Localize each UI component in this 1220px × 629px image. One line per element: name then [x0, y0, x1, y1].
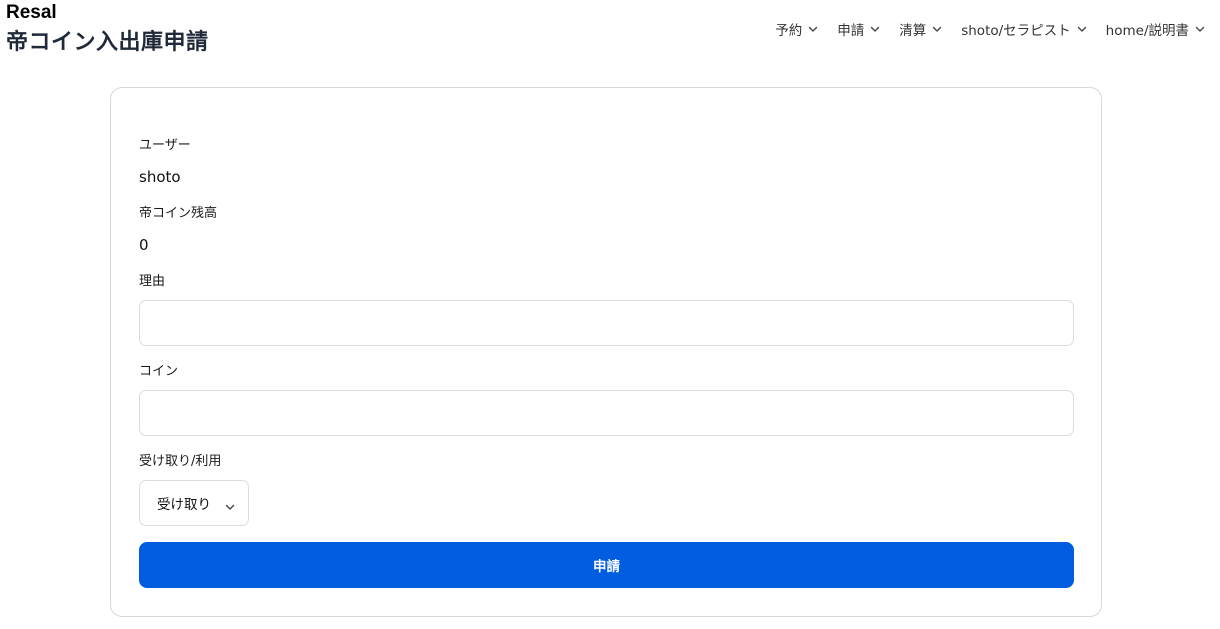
submit-button[interactable]: 申請 [139, 542, 1074, 588]
chevron-down-icon [224, 498, 236, 510]
type-select-value: 受け取り [157, 497, 211, 513]
nav-item-label: 予約 [775, 23, 803, 39]
type-select[interactable]: 受け取り [139, 480, 249, 526]
balance-value: 0 [139, 236, 149, 254]
chevron-down-icon [807, 23, 819, 35]
reason-label: 理由 [139, 274, 166, 289]
reason-input[interactable] [139, 300, 1074, 346]
nav-item-user-therapist[interactable]: shoto/セラピスト [961, 18, 1087, 40]
user-label: ユーザー [139, 138, 191, 153]
app-header: Resal 帝コイン入出庫申請 予約 申請 清算 shoto/セラピスト hom… [0, 0, 1220, 80]
nav-item-reservation[interactable]: 予約 [775, 18, 819, 40]
nav-item-application[interactable]: 申請 [837, 18, 881, 40]
chevron-down-icon [931, 23, 943, 35]
nav-item-label: home/説明書 [1105, 23, 1189, 39]
chevron-down-icon [1194, 23, 1206, 35]
brand-logo-text[interactable]: Resal [6, 2, 209, 24]
type-label: 受け取り/利用 [139, 454, 222, 469]
brand-block: Resal 帝コイン入出庫申請 [6, 2, 209, 59]
nav-item-label: 申請 [837, 23, 865, 39]
chevron-down-icon [869, 23, 881, 35]
chevron-down-icon [1076, 23, 1088, 35]
coin-label: コイン [139, 364, 179, 379]
main-nav: 予約 申請 清算 shoto/セラピスト home/説明書 [757, 18, 1206, 40]
nav-item-label: shoto/セラピスト [961, 23, 1071, 39]
user-value: shoto [139, 168, 181, 186]
nav-item-label: 清算 [899, 23, 927, 39]
nav-item-settlement[interactable]: 清算 [899, 18, 943, 40]
balance-label: 帝コイン残高 [139, 206, 218, 221]
page-title: 帝コイン入出庫申請 [6, 30, 209, 55]
nav-item-home-manual[interactable]: home/説明書 [1106, 18, 1206, 40]
form-card: ユーザー shoto 帝コイン残高 0 理由 コイン 受け取り/利用 受け取り … [110, 87, 1102, 617]
coin-input[interactable] [139, 390, 1074, 436]
